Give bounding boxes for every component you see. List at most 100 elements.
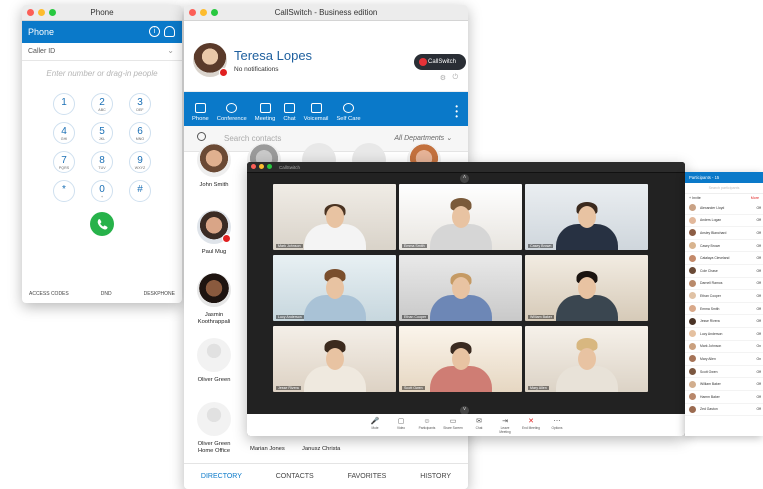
contact-card[interactable]: John Smith — [194, 143, 234, 189]
key-star-button[interactable]: * — [53, 180, 75, 202]
contact-name[interactable]: Janusz Christa — [302, 446, 340, 453]
number-input[interactable]: Enter number or drag-in people — [22, 69, 182, 85]
participants-button[interactable]: ☺ Participants — [417, 417, 437, 436]
chevron-up-icon[interactable]: ˄ — [460, 174, 469, 183]
window-controls[interactable] — [189, 9, 218, 16]
participant-row[interactable]: Hamm Baker Off — [685, 391, 763, 404]
leave-meeting-button[interactable]: ⇥ Leave Meeting — [495, 417, 515, 436]
nav-self-care[interactable]: Self Care — [336, 103, 361, 122]
participant-row[interactable]: Ansley Blanchard Off — [685, 227, 763, 240]
access-codes-button[interactable]: ACCESS CODES — [29, 291, 69, 297]
participants-search-input[interactable]: Search participants — [685, 183, 763, 194]
more-icon[interactable]: • • • — [455, 103, 458, 121]
tab-contacts[interactable]: CONTACTS — [276, 473, 314, 480]
zoom-button[interactable] — [211, 9, 218, 16]
call-button[interactable] — [90, 212, 114, 236]
department-select[interactable]: All Departments ⌄ — [394, 134, 452, 142]
participant-row[interactable]: Mary Allen On — [685, 353, 763, 366]
key-digit: 0 — [99, 184, 105, 195]
video-tile[interactable]: Jesse Rivera — [273, 326, 396, 392]
key-7-button[interactable]: 7 PQRS — [53, 151, 75, 173]
key-9-button[interactable]: 9 WXYZ — [129, 151, 151, 173]
participant-name: Jesse Rivera — [700, 319, 720, 324]
key-hash-button[interactable]: # — [129, 180, 151, 202]
info-icon[interactable]: i — [149, 26, 160, 37]
participant-row[interactable]: Anders Logan Off — [685, 215, 763, 228]
options-button[interactable]: ⋯ Options — [547, 417, 567, 436]
participant-row[interactable]: Zed Gaston Off — [685, 404, 763, 417]
nav-conference[interactable]: Conference — [217, 103, 247, 122]
close-button[interactable] — [27, 9, 34, 16]
close-button[interactable] — [251, 164, 256, 169]
nav-chat[interactable]: Chat — [283, 103, 296, 122]
participant-row[interactable]: Alexander Lloyd Off — [685, 202, 763, 215]
dnd-button[interactable]: DND — [101, 291, 112, 297]
contact-card[interactable]: Oliver Green Home Office — [194, 402, 234, 455]
participant-row[interactable]: Ethan Cooper Off — [685, 290, 763, 303]
headset-icon[interactable] — [164, 26, 175, 37]
nav-phone[interactable]: Phone — [192, 103, 209, 122]
more-button[interactable]: More — [751, 196, 759, 200]
key-6-button[interactable]: 6 MNO — [129, 122, 151, 144]
video-tile[interactable]: Mark Johnson — [273, 184, 396, 250]
nav-voicemail[interactable]: Voicemail — [304, 103, 328, 122]
key-4-button[interactable]: 4 GHI — [53, 122, 75, 144]
participant-row[interactable]: Mark Johnson On — [685, 341, 763, 354]
minimize-button[interactable] — [259, 164, 264, 169]
zoom-button[interactable] — [49, 9, 56, 16]
video-tile[interactable]: William Baker — [525, 255, 648, 321]
participant-row[interactable]: Catalaya Cleveland Off — [685, 252, 763, 265]
nav-meeting[interactable]: Meeting — [255, 103, 275, 122]
participant-row[interactable]: Casey Brown Off — [685, 240, 763, 253]
tab-history[interactable]: HISTORY — [420, 473, 451, 480]
window-controls[interactable] — [27, 9, 56, 16]
participant-row[interactable]: Darnell Ramos Off — [685, 278, 763, 291]
invite-button[interactable]: + Invite — [689, 196, 701, 200]
minimize-button[interactable] — [200, 9, 207, 16]
key-3-button[interactable]: 3 DEF — [129, 93, 151, 115]
contact-name: Paul Mug — [201, 249, 227, 255]
key-0-button[interactable]: 0 + — [91, 180, 113, 202]
minimize-button[interactable] — [38, 9, 45, 16]
zoom-button[interactable] — [267, 164, 272, 169]
participant-row[interactable]: Jesse Rivera Off — [685, 315, 763, 328]
video-tile[interactable]: Scott Owen — [399, 326, 522, 392]
key-5-button[interactable]: 5 JKL — [91, 122, 113, 144]
participant-row[interactable]: Lucy Anderson Off — [685, 328, 763, 341]
key-1-button[interactable]: 1 — [53, 93, 75, 115]
participant-row[interactable]: Scott Owen Off — [685, 366, 763, 379]
video-tile[interactable]: Lucy Anderson — [273, 255, 396, 321]
video-tile[interactable]: Ethan Cooper — [399, 255, 522, 321]
contact-card[interactable]: Paul Mug — [194, 210, 234, 256]
tab-directory[interactable]: DIRECTORY — [201, 473, 242, 480]
key-2-button[interactable]: 2 ABC — [91, 93, 113, 115]
end-meeting-button[interactable]: ✕ End Meeting — [521, 417, 541, 436]
participant-row[interactable]: Emma Smith Off — [685, 303, 763, 316]
avatar[interactable] — [193, 43, 228, 77]
participant-name: Darnell Ramos — [700, 281, 723, 286]
share-screen-button[interactable]: ▭ Share Screen — [443, 417, 463, 436]
chat-button[interactable]: ✉ Chat — [469, 417, 489, 436]
close-button[interactable] — [189, 9, 196, 16]
mute-button[interactable]: 🎤 Mute — [365, 417, 385, 436]
window-controls[interactable] — [251, 164, 272, 169]
participant-status: Off — [756, 281, 761, 286]
power-icon[interactable]: ⏻ — [452, 74, 458, 82]
contact-name[interactable]: Marian Jones — [250, 446, 285, 453]
settings-icon[interactable]: ⚙ — [440, 74, 446, 82]
contact-card[interactable]: Jasmin Koothrappali — [194, 273, 234, 326]
participant-row[interactable]: William Baker Off — [685, 378, 763, 391]
video-tile[interactable]: Mary Allen — [525, 326, 648, 392]
video-tile[interactable]: Emma Smith — [399, 184, 522, 250]
participant-row[interactable]: Cole Chase Off — [685, 265, 763, 278]
tab-favorites[interactable]: FAVORITES — [348, 473, 387, 480]
avatar — [689, 368, 696, 376]
search-input[interactable]: Search contacts — [224, 134, 281, 143]
key-8-button[interactable]: 8 TUV — [91, 151, 113, 173]
contact-card[interactable]: Oliver Green — [194, 338, 234, 384]
video-button[interactable]: ▢ Video — [391, 417, 411, 436]
deskphone-button[interactable]: DESKPHONE — [144, 291, 175, 297]
key-digit: 4 — [61, 126, 67, 137]
caller-id-select[interactable]: Caller ID ⌄ — [22, 43, 182, 61]
video-tile[interactable]: Casey Brown — [525, 184, 648, 250]
